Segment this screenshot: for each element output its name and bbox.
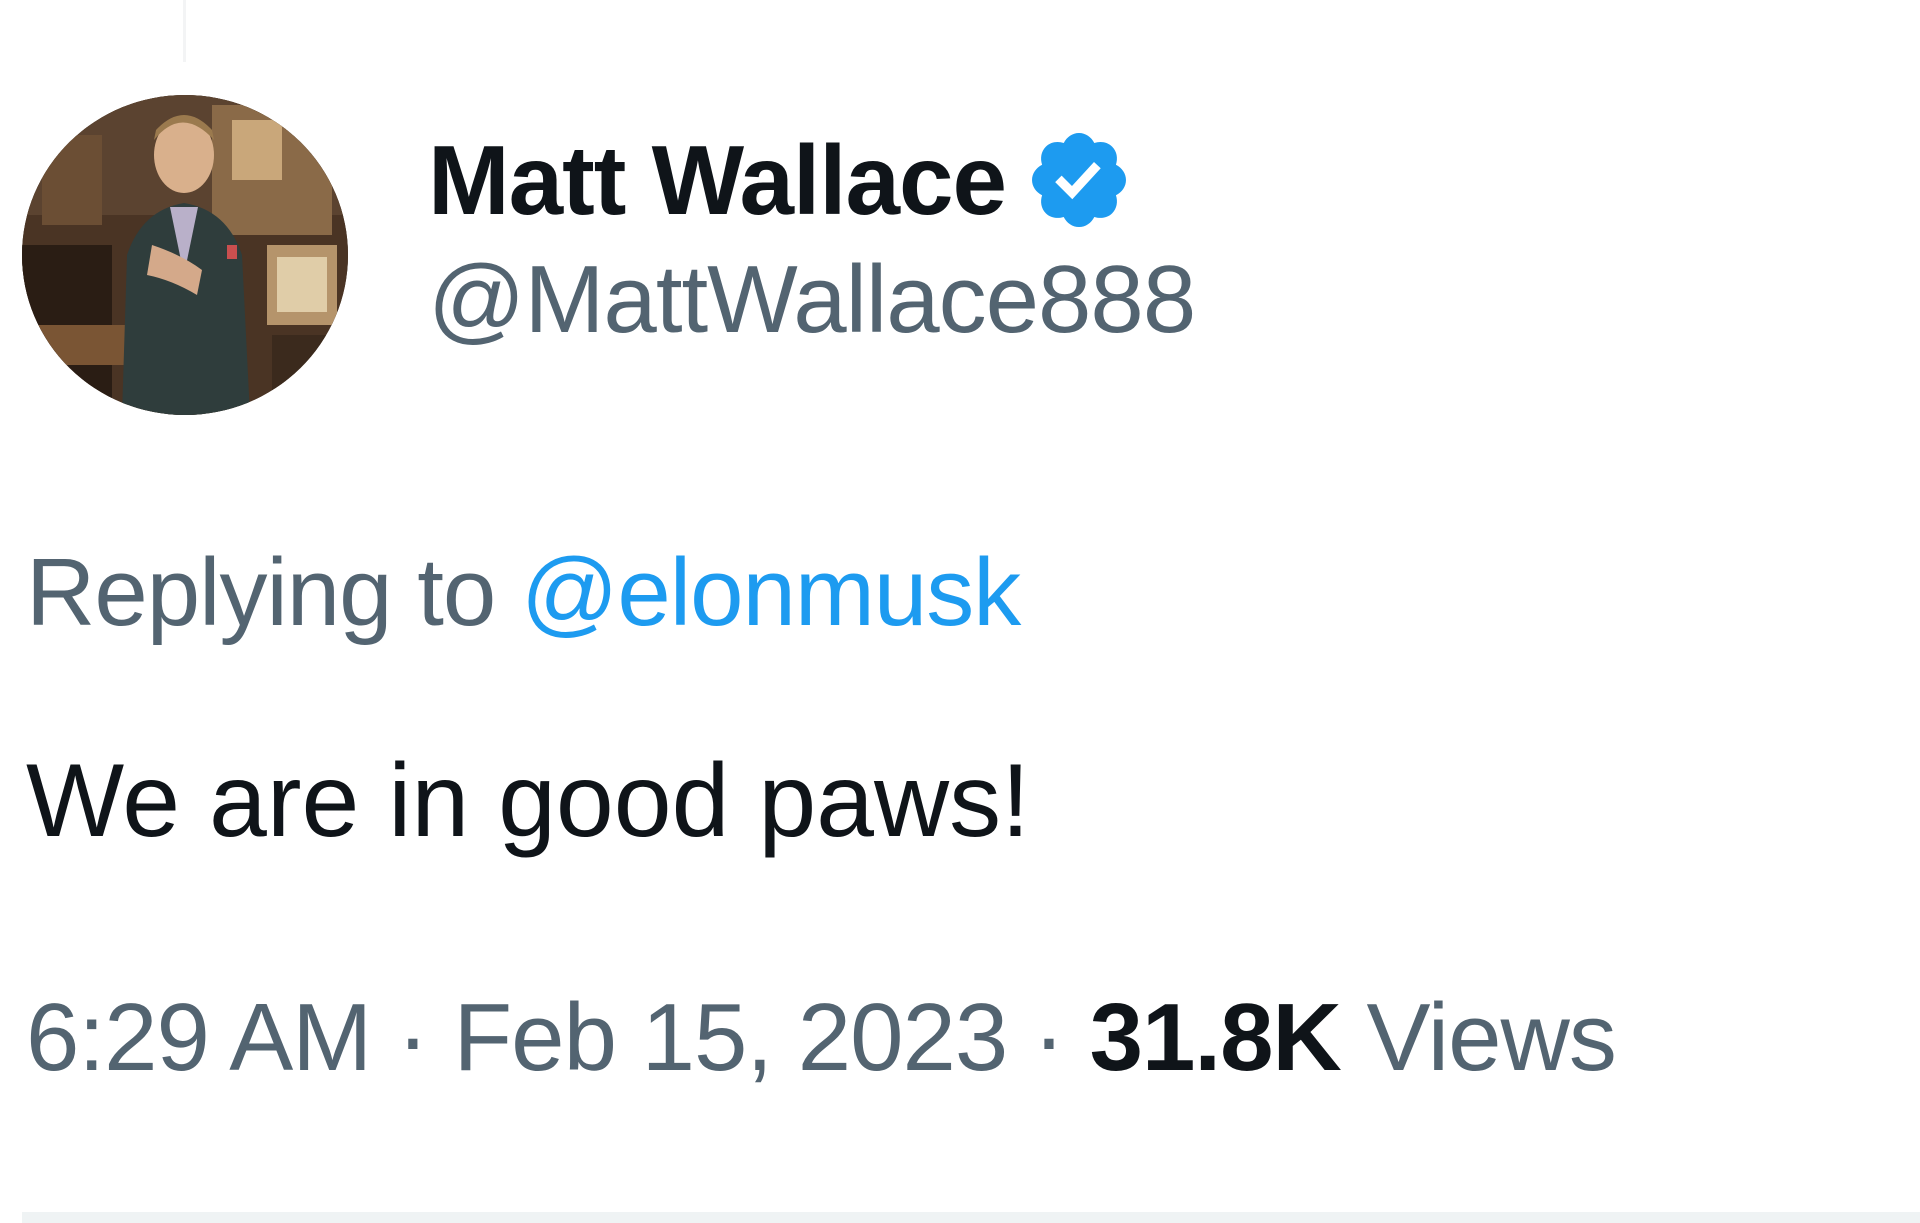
author-handle[interactable]: @MattWallace888 [428, 252, 1196, 348]
thread-connector-line [183, 0, 186, 62]
tweet-meta: 6:29 AM · Feb 15, 2023 · 31.8K Views [26, 984, 1617, 1091]
divider [22, 1212, 1920, 1223]
tweet-time-link[interactable]: 6:29 AM [26, 984, 372, 1091]
replying-to-mention-link[interactable]: @elonmusk [521, 539, 1021, 646]
author-name-row[interactable]: Matt Wallace [428, 120, 1195, 240]
author-block: Matt Wallace @MattWallace888 [428, 120, 1196, 348]
replying-to-prefix: Replying to [26, 539, 496, 646]
tweet-text: We are in good paws! [26, 743, 1030, 859]
profile-photo [22, 95, 348, 415]
views-label[interactable]: Views [1366, 984, 1616, 1091]
replying-to-line: Replying to @elonmusk [26, 539, 1021, 646]
author-display-name[interactable]: Matt Wallace [428, 131, 1007, 229]
tweet-date-link[interactable]: Feb 15, 2023 [454, 984, 1009, 1091]
views-count[interactable]: 31.8K [1090, 984, 1342, 1091]
avatar[interactable] [22, 95, 348, 415]
meta-separator: · [1032, 984, 1065, 1091]
verified-badge-icon[interactable] [1024, 125, 1134, 235]
meta-separator: · [396, 984, 429, 1091]
